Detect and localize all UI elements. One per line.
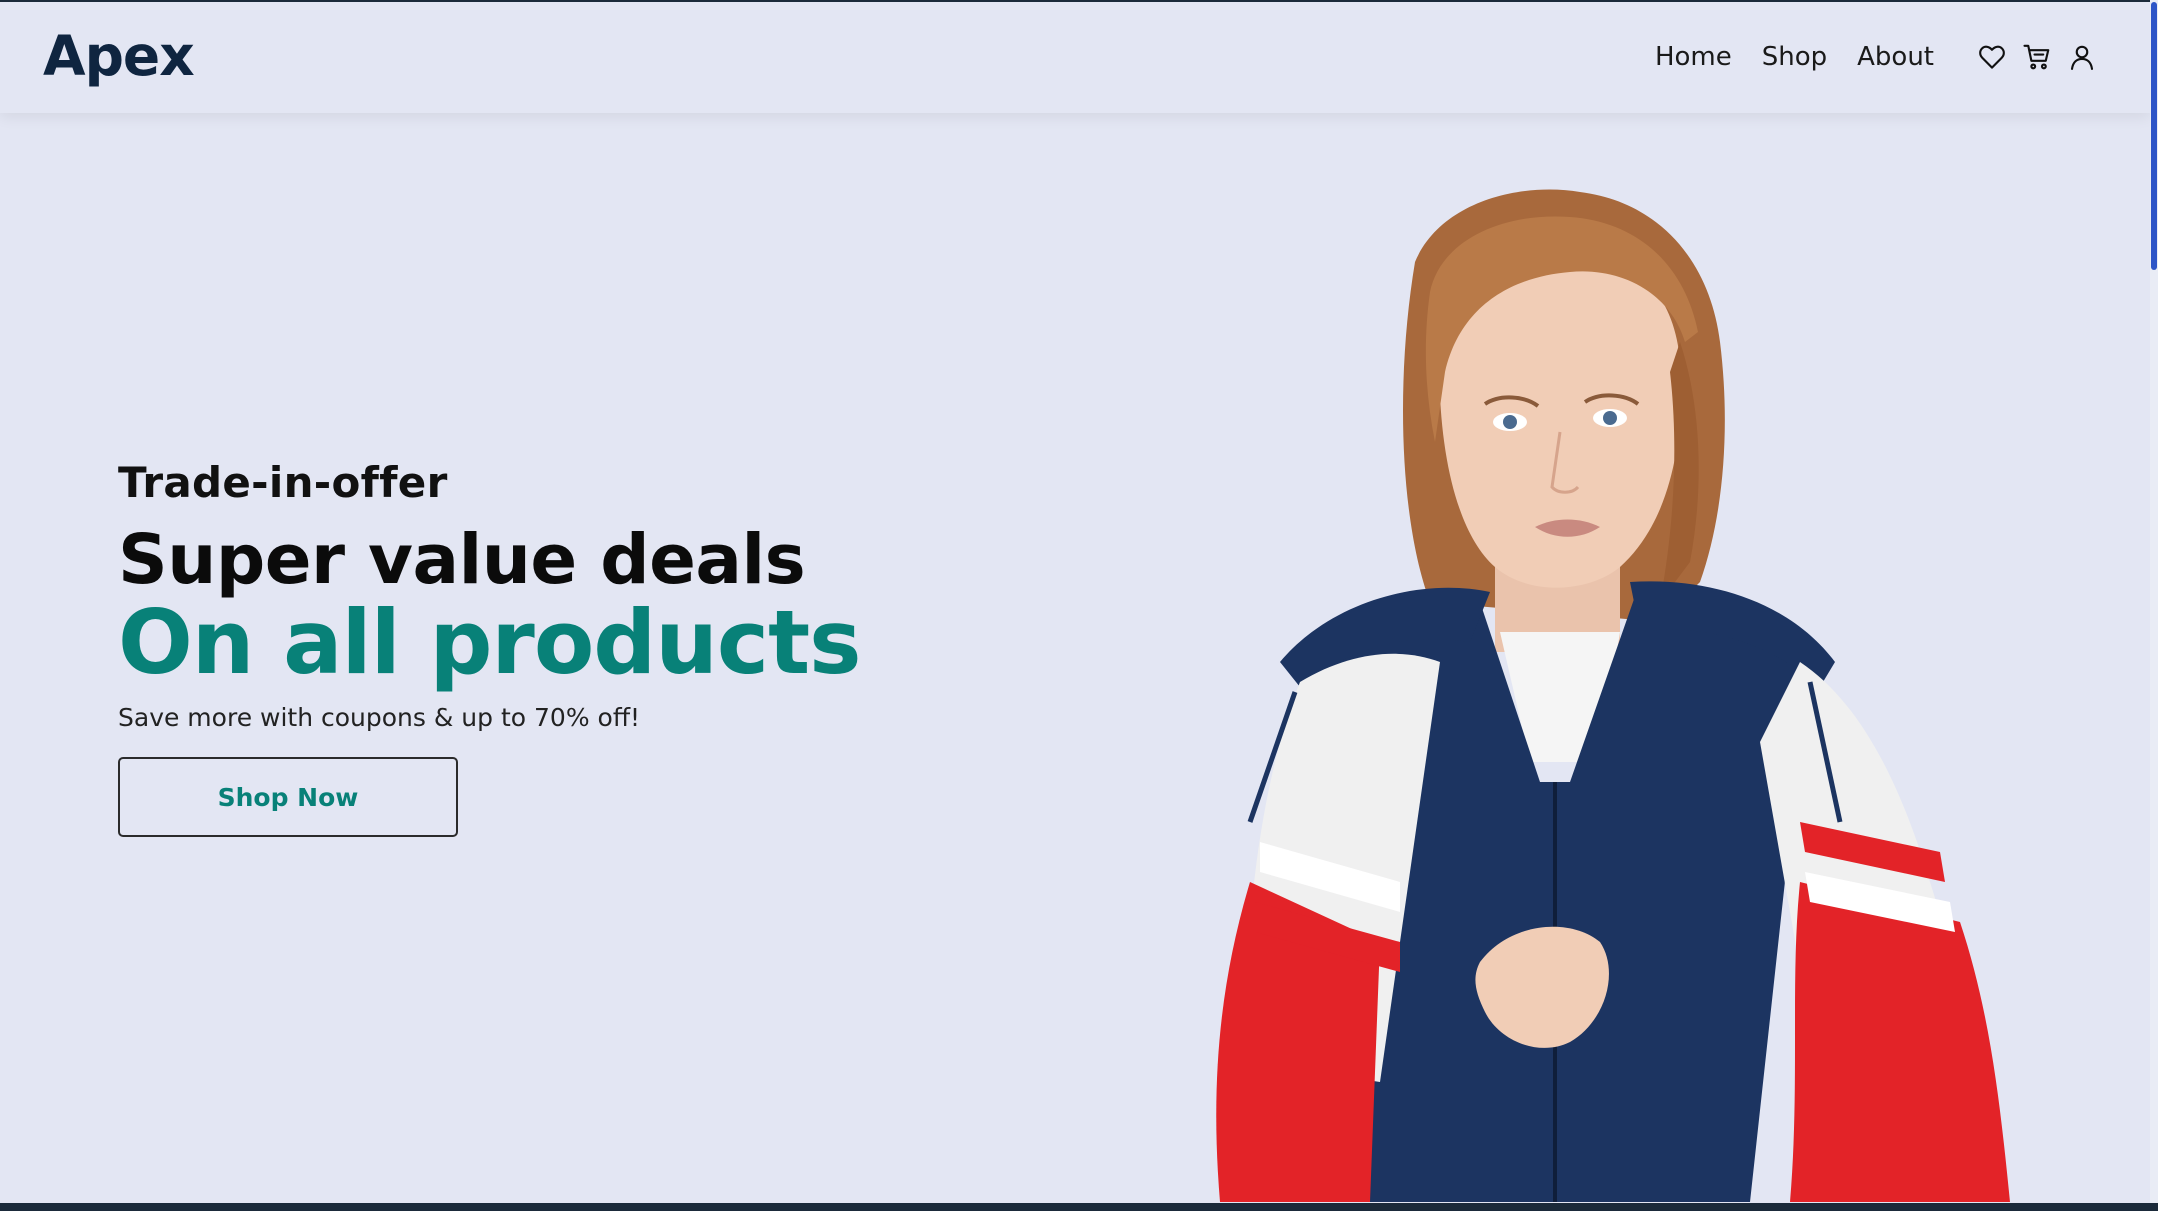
window-bottom-border [0, 1203, 2158, 1211]
shop-now-button[interactable]: Shop Now [118, 757, 458, 838]
hero-eyebrow: Trade-in-offer [118, 458, 448, 507]
hero-headline-accent: On all products [118, 590, 862, 694]
heart-icon[interactable] [1975, 40, 2009, 74]
hero-text: Trade-in-offer Super value deals On all … [118, 458, 862, 838]
site-header: Apex Home Shop About [0, 2, 2150, 113]
nav-about-link[interactable]: About [1857, 42, 1934, 72]
vertical-scrollbar[interactable] [2150, 0, 2158, 1211]
hero-headline: Super value deals [118, 520, 806, 600]
nav-home-link[interactable]: Home [1655, 42, 1732, 72]
logo[interactable]: Apex [43, 24, 195, 88]
hero-model-image [1216, 189, 2010, 1202]
hero-subtext: Save more with coupons & up to 70% off! [118, 703, 641, 733]
nav-shop-link[interactable]: Shop [1762, 42, 1827, 72]
cart-icon[interactable] [2020, 40, 2054, 74]
user-icon[interactable] [2065, 40, 2099, 74]
page: Apex Home Shop About Trade-in-offer Supe… [0, 2, 2150, 1202]
main-nav: Home Shop About [1655, 40, 2099, 74]
scrollbar-thumb[interactable] [2151, 2, 2157, 270]
